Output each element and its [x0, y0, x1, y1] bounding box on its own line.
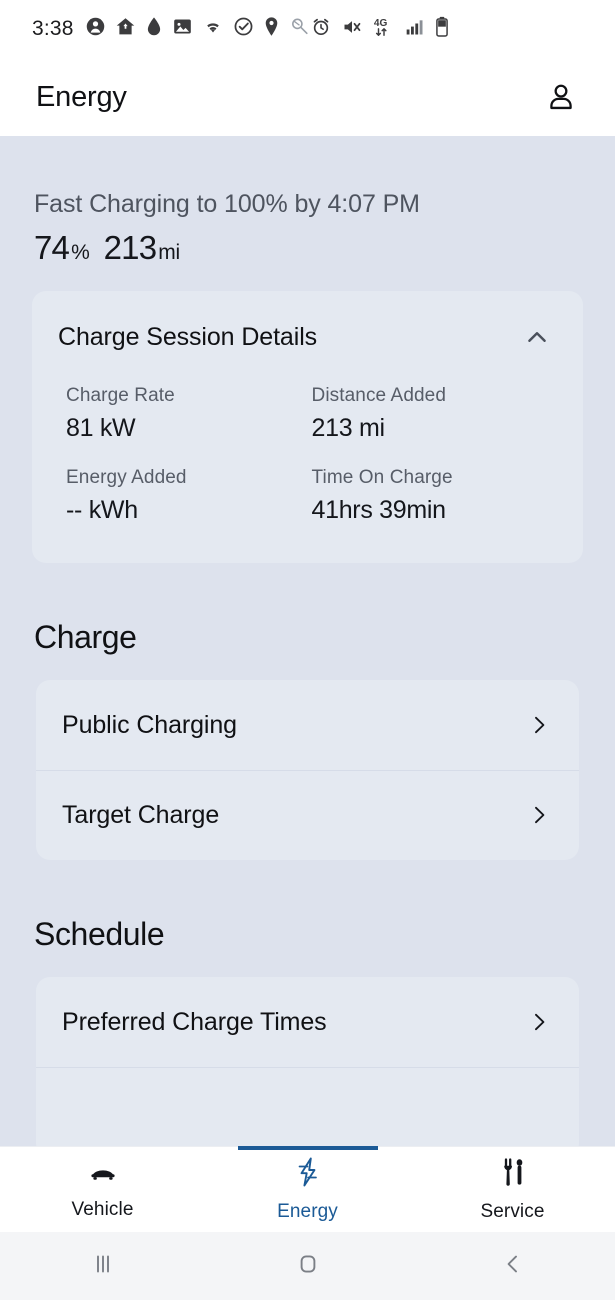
stat-time-on-charge: Time On Charge 41hrs 39min [312, 467, 558, 525]
stat-label: Charge Rate [66, 385, 175, 406]
energy-content[interactable]: Fast Charging to 100% by 4:07 PM 74 % 21… [0, 136, 615, 1146]
charge-summary: Fast Charging to 100% by 4:07 PM 74 % 21… [0, 136, 615, 267]
status-bar-left: 3:38 [32, 16, 311, 42]
page-title: Energy [36, 80, 127, 113]
list-item-partially-visible[interactable] [36, 1067, 579, 1146]
tab-label: Energy [277, 1200, 338, 1222]
charge-session-details-card: Charge Session Details Charge Rate 81 kW… [32, 291, 583, 563]
svg-text:4G: 4G [374, 18, 388, 29]
stat-distance-added: Distance Added 213 mi [312, 385, 558, 443]
recents-icon [90, 1251, 116, 1282]
stat-label: Distance Added [311, 385, 446, 406]
app-screen: 3:38 4G Energy Fast Charging to 100% by … [0, 0, 615, 1300]
app-header: Energy [0, 58, 615, 136]
charge-session-details-header[interactable]: Charge Session Details [32, 291, 583, 363]
battery-percent-unit: % [71, 241, 90, 264]
contact-icon [85, 16, 106, 42]
stat-value: 41hrs 39min [311, 496, 447, 524]
stat-label: Time On Charge [311, 467, 453, 488]
charge-session-stats: Charge Rate 81 kW Distance Added 213 mi … [32, 363, 583, 563]
list-item-public-charging[interactable]: Public Charging [36, 680, 579, 770]
alarm-icon [311, 17, 331, 42]
range-estimate: 213 mi [103, 229, 181, 267]
tab-energy[interactable]: Energy [205, 1147, 410, 1232]
tab-label: Vehicle [71, 1198, 134, 1220]
charge-section-list: Public Charging Target Charge [36, 680, 579, 860]
schedule-section-list: Preferred Charge Times [36, 977, 579, 1146]
stat-energy-added: Energy Added -- kWh [66, 467, 312, 525]
range-value: 213 [103, 229, 157, 266]
chevron-right-icon [527, 803, 551, 827]
tab-vehicle[interactable]: Vehicle [0, 1147, 205, 1232]
wrench-screwdriver-icon [499, 1157, 527, 1192]
signal-bars-icon [405, 17, 425, 42]
back-chevron-icon [500, 1251, 526, 1282]
car-icon [88, 1159, 118, 1190]
mute-icon [341, 17, 363, 42]
stat-value: -- kWh [66, 496, 138, 524]
charge-section-title: Charge [34, 619, 137, 655]
tab-service[interactable]: Service [410, 1147, 615, 1232]
profile-icon[interactable] [539, 75, 583, 119]
android-navigation-bar [0, 1232, 615, 1300]
tab-label: Service [480, 1200, 545, 1222]
stat-value: 213 mi [311, 414, 386, 442]
stat-charge-rate: Charge Rate 81 kW [66, 385, 312, 443]
battery-percent-value: 74 [34, 229, 70, 266]
list-item-label: Preferred Charge Times [62, 1007, 327, 1036]
attachment-icon [289, 16, 311, 42]
battery-percent: 74 % [34, 229, 90, 267]
battery-icon [435, 16, 449, 42]
network-4g-lte-icon: 4G [373, 16, 395, 43]
home-icon [115, 16, 136, 42]
schedule-section-title: Schedule [34, 916, 165, 952]
chevron-right-icon [527, 1010, 551, 1034]
range-unit: mi [158, 241, 181, 264]
list-item-label: Target Charge [62, 800, 220, 829]
list-item-preferred-charge-times[interactable]: Preferred Charge Times [36, 977, 579, 1067]
list-item-target-charge[interactable]: Target Charge [36, 770, 579, 860]
chevron-right-icon [527, 713, 551, 737]
status-bar: 3:38 4G [0, 0, 615, 58]
gallery-icon [172, 16, 193, 42]
charge-session-details-title: Charge Session Details [58, 322, 318, 351]
stat-value: 81 kW [66, 414, 136, 442]
home-square-icon [295, 1251, 321, 1282]
check-circle-icon [233, 16, 254, 42]
water-drop-icon [145, 16, 163, 42]
charge-figures: 74 % 213 mi [34, 229, 581, 267]
bottom-tab-bar: Vehicle Energy Service [0, 1146, 615, 1232]
bolt-icon [295, 1157, 321, 1192]
status-clock: 3:38 [32, 17, 74, 40]
stat-label: Energy Added [66, 467, 187, 488]
back-button[interactable] [410, 1251, 615, 1282]
list-item-label: Public Charging [62, 710, 237, 739]
charging-status-text: Fast Charging to 100% by 4:07 PM [34, 190, 420, 218]
wifi-icon [202, 16, 224, 42]
chevron-up-icon[interactable] [517, 317, 557, 357]
location-icon [263, 16, 280, 42]
status-bar-right: 4G [311, 16, 601, 43]
home-button[interactable] [205, 1251, 410, 1282]
recents-button[interactable] [0, 1251, 205, 1282]
